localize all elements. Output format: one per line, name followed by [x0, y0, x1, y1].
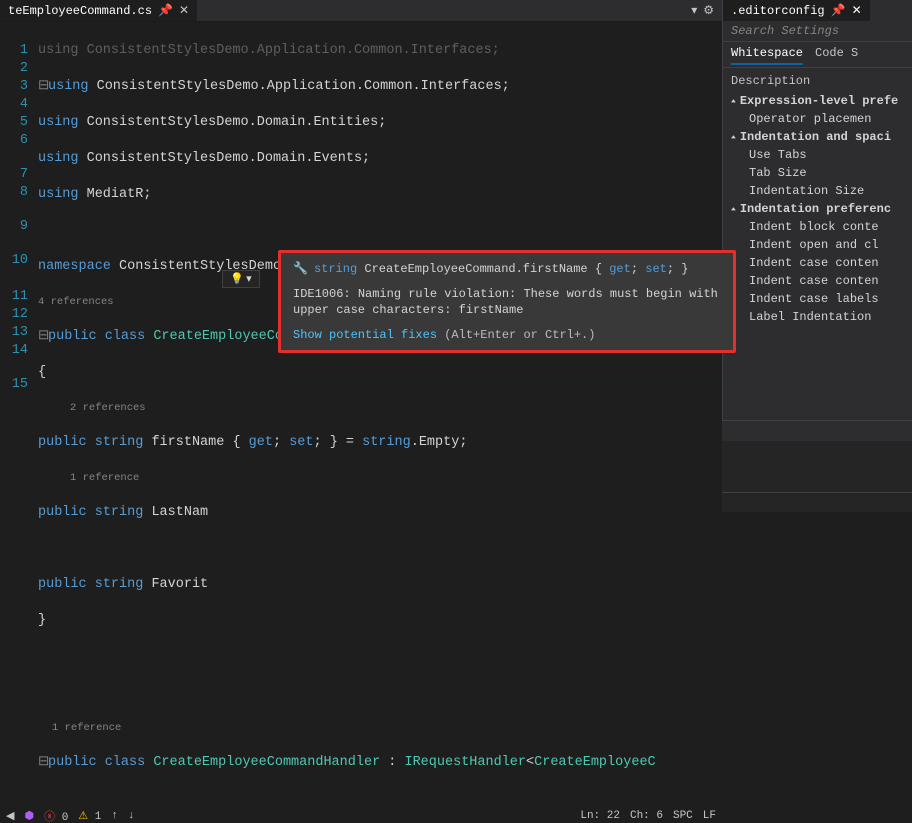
editor-tab-bar: teEmployeeCommand.cs 📌 ✕ ▾ ⚙ — [0, 0, 722, 22]
cursor-col: Ch: 6 — [630, 810, 663, 822]
tree-leaf[interactable]: Indent case conten — [723, 272, 912, 290]
tree-node[interactable]: ▲Expression-level prefe — [723, 92, 912, 110]
cursor-line: Ln: 22 — [580, 810, 620, 822]
lightbulb-quickfix[interactable]: 💡▾ — [222, 270, 260, 288]
tree-leaf[interactable]: Indent case conten — [723, 254, 912, 272]
codelens[interactable]: 1 reference — [38, 470, 722, 486]
code-editor[interactable]: 123456 78 9 10 11121314 15 using Consist… — [0, 22, 722, 808]
settings-tree: ▲Expression-level prefe Operator placeme… — [723, 92, 912, 326]
tab-overflow-icon[interactable]: ▾ — [691, 3, 697, 18]
lightbulb-icon: 💡 — [230, 272, 244, 286]
editor-status-bar: ◀ ⬢ ⓧ 0 ⚠ 1 ↑ ↓ Ln: 22 Ch: 6 SPC LF — [0, 808, 722, 823]
codelens[interactable]: 2 references — [38, 400, 722, 416]
search-settings-input[interactable]: Search Settings — [723, 21, 912, 42]
wrench-icon: 🔧 — [293, 261, 308, 276]
codelens[interactable]: 1 reference — [38, 720, 722, 736]
show-fixes-link[interactable]: Show potential fixes — [293, 328, 437, 342]
file-tab-label: teEmployeeCommand.cs — [8, 4, 152, 18]
tree-leaf[interactable]: Indentation Size — [723, 182, 912, 200]
nav-down-icon[interactable]: ↓ — [128, 810, 135, 822]
description-header: Description — [723, 67, 912, 92]
line-number-gutter: 123456 78 9 10 11121314 15 — [0, 22, 38, 808]
pin-icon[interactable]: 📌 — [831, 3, 846, 18]
tooltip-error-code: IDE1006 — [293, 287, 343, 301]
editorconfig-tab[interactable]: .editorconfig 📌 ✕ — [723, 0, 870, 21]
indent-mode[interactable]: SPC — [673, 810, 693, 822]
tree-node[interactable]: ▲Indentation and spaci — [723, 128, 912, 146]
tree-leaf[interactable]: Use Tabs — [723, 146, 912, 164]
pin-icon[interactable]: 📌 — [158, 3, 173, 18]
close-icon[interactable]: ✕ — [852, 3, 862, 18]
tree-leaf[interactable]: Operator placemen — [723, 110, 912, 128]
whitespace-tab[interactable]: Whitespace — [731, 46, 803, 65]
tree-leaf[interactable]: Indent case labels — [723, 290, 912, 308]
tooltip-error-msg: : Naming rule violation: These words mus… — [293, 287, 718, 317]
gear-icon[interactable]: ⚙ — [703, 3, 714, 18]
back-icon[interactable]: ◀ — [6, 809, 14, 823]
tree-node[interactable]: ▲Indentation preferenc — [723, 200, 912, 218]
close-icon[interactable]: ✕ — [179, 3, 189, 18]
editorconfig-panel: .editorconfig 📌 ✕ Search Settings Whites… — [722, 0, 912, 420]
diagnostic-tooltip: 🔧 string CreateEmployeeCommand.firstName… — [278, 250, 736, 353]
script-icon[interactable]: ⬢ — [24, 809, 34, 823]
error-icon[interactable]: ⓧ — [44, 812, 55, 823]
tree-leaf[interactable]: Indent open and cl — [723, 236, 912, 254]
line-ending[interactable]: LF — [703, 810, 716, 822]
tree-leaf[interactable]: Tab Size — [723, 164, 912, 182]
tree-leaf[interactable]: Indent block conte — [723, 218, 912, 236]
nav-up-icon[interactable]: ↑ — [111, 810, 118, 822]
warning-icon[interactable]: ⚠ — [78, 811, 88, 823]
file-tab[interactable]: teEmployeeCommand.cs 📌 ✕ — [0, 0, 197, 21]
tree-leaf[interactable]: Label Indentation — [723, 308, 912, 326]
codestyle-tab[interactable]: Code S — [815, 46, 858, 65]
